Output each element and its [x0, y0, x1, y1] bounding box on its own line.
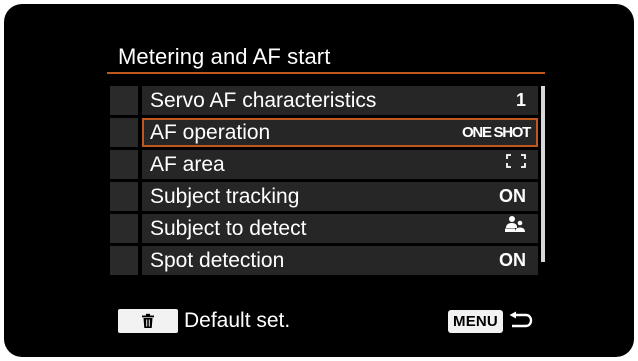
trash-icon [118, 309, 178, 333]
menu-item-servo-af-characteristics[interactable]: Servo AF characteristics 1 [110, 86, 540, 115]
row-marker [110, 246, 138, 275]
row-marker [110, 86, 138, 115]
title-divider [107, 72, 545, 74]
menu-item-value: ON [499, 186, 526, 206]
camera-menu-screen: Metering and AF start Servo AF character… [4, 4, 634, 357]
menu-item-label: Servo AF characteristics [150, 89, 377, 112]
people-detect-icon [504, 214, 526, 243]
return-arrow-icon [507, 311, 533, 331]
row-marker [110, 150, 138, 179]
menu-list: Servo AF characteristics 1 AF operation … [110, 86, 540, 278]
menu-item-af-operation[interactable]: AF operation ONE SHOT [110, 118, 540, 147]
menu-back-button[interactable]: MENU [448, 307, 533, 335]
menu-item-label: AF area [150, 153, 225, 176]
menu-key-label: MENU [448, 309, 503, 333]
menu-item-subject-tracking[interactable]: Subject tracking ON [110, 182, 540, 211]
default-set-button[interactable]: Default set. [118, 306, 290, 336]
menu-title: Metering and AF start [118, 44, 331, 69]
scrollbar-thumb[interactable] [541, 86, 545, 262]
menu-item-label: AF operation [150, 121, 271, 144]
menu-item-value: 1 [515, 90, 526, 110]
menu-item-af-area[interactable]: AF area [110, 150, 540, 179]
menu-item-subject-to-detect[interactable]: Subject to detect [110, 214, 540, 243]
af-area-frame-icon [506, 150, 526, 179]
row-marker [110, 182, 138, 211]
menu-item-label: Subject tracking [150, 185, 300, 208]
menu-item-label: Subject to detect [150, 217, 307, 240]
menu-item-value: ON [499, 250, 526, 270]
menu-item-spot-detection[interactable]: Spot detection ON [110, 246, 540, 275]
default-set-label: Default set. [184, 309, 291, 332]
scrollbar[interactable] [541, 86, 545, 262]
menu-item-label: Spot detection [150, 249, 285, 272]
row-marker [110, 214, 138, 243]
menu-item-value: ONE SHOT [462, 124, 531, 141]
row-marker [110, 118, 138, 147]
